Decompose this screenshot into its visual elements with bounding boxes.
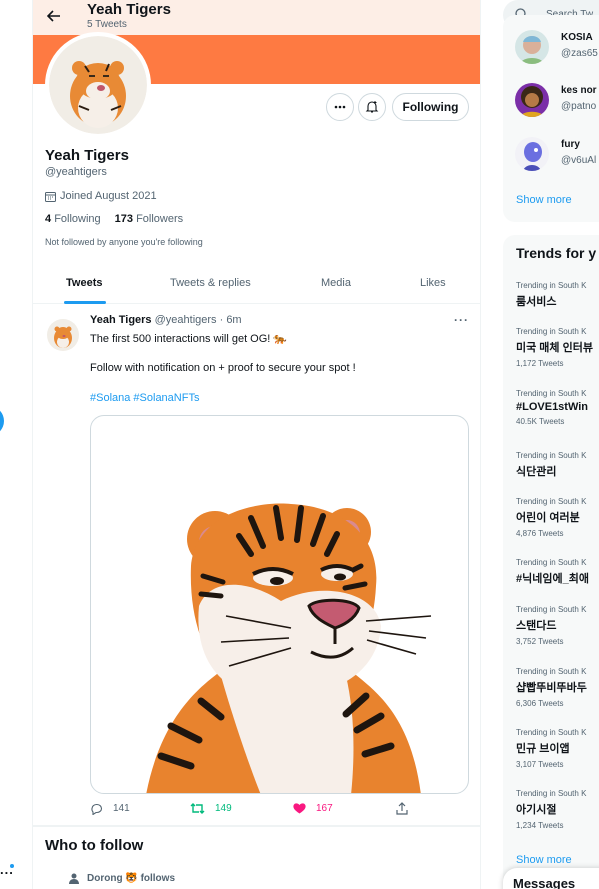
- who-to-follow-context: Dorong 🐯 follows: [69, 873, 175, 884]
- followed-by-name[interactable]: Dorong: [87, 873, 123, 884]
- avatar[interactable]: [515, 83, 549, 117]
- left-nav-rail: ...: [0, 0, 32, 889]
- profile-handle: @yeahtigers: [45, 166, 107, 178]
- tweet-media-image[interactable]: [90, 415, 469, 794]
- follow-counts: 4 Following 173 Followers: [45, 213, 183, 225]
- tweet[interactable]: Yeah Tigers @yeahtigers · 6m ··· The fir…: [33, 305, 480, 826]
- share-icon: [396, 802, 408, 815]
- show-more-link[interactable]: Show more: [516, 194, 572, 206]
- profile-tabs: Tweets Tweets & replies Media Likes: [33, 264, 480, 304]
- tweet-author-name[interactable]: Yeah Tigers: [90, 314, 152, 326]
- heart-icon: [293, 803, 306, 814]
- trend-item[interactable]: Trending in South K 룸서비스: [516, 281, 599, 309]
- trend-item[interactable]: Trending in South K 샵빱뚜비뚜바두 6,306 Tweets: [516, 667, 599, 708]
- person-icon: [69, 873, 79, 884]
- trends-title: Trends for y: [516, 245, 597, 261]
- follows-label: follows: [140, 873, 176, 884]
- tiger-emoji: 🐯: [125, 873, 138, 884]
- suggested-user-handle: @patno: [561, 101, 597, 112]
- profile-more-button[interactable]: [326, 93, 354, 121]
- tweet-avatar[interactable]: [47, 319, 79, 351]
- tweet-text: The first 500 interactions will get OG! …: [90, 333, 288, 345]
- header-title: Yeah Tigers: [87, 1, 171, 18]
- bell-plus-icon: [365, 101, 379, 113]
- not-followed-note: Not followed by anyone you're following: [45, 237, 203, 247]
- suggested-user-name: kes nor: [561, 85, 597, 96]
- joined-label: Joined August 2021: [60, 190, 157, 202]
- profile-name: Yeah Tigers: [45, 147, 129, 164]
- like-button[interactable]: 167: [293, 802, 333, 814]
- tab-media[interactable]: Media: [321, 277, 351, 289]
- trend-item[interactable]: Trending in South K #닉네임에_최애: [516, 558, 599, 586]
- retweet-icon: [190, 803, 205, 814]
- suggested-user-name: KOSIA: [561, 32, 593, 43]
- who-to-follow-section: Who to follow Dorong 🐯 follows: [33, 826, 480, 889]
- tweet-compose-button[interactable]: [0, 406, 4, 436]
- trend-item[interactable]: Trending in South K #LOVE1stWin 40.5K Tw…: [516, 389, 599, 426]
- tweet-more-button[interactable]: ···: [454, 313, 469, 327]
- trend-item[interactable]: Trending in South K 어린이 여러분 4,876 Tweets: [516, 497, 599, 538]
- tweet-handle-time[interactable]: @yeahtigers · 6m: [155, 314, 242, 326]
- who-to-follow-title: Who to follow: [45, 837, 144, 854]
- suggested-user-name: fury: [561, 139, 580, 150]
- profile-avatar[interactable]: [45, 32, 151, 138]
- tab-tweets-replies[interactable]: Tweets & replies: [170, 277, 251, 289]
- reply-button[interactable]: 141: [90, 802, 130, 815]
- suggested-user[interactable]: fury @v6uAl: [515, 137, 599, 177]
- tweet-text-line2: Follow with notification on + proof to s…: [90, 362, 356, 374]
- trend-item[interactable]: Trending in South K 식단관리: [516, 451, 599, 479]
- avatar[interactable]: [515, 137, 549, 171]
- calendar-icon: [45, 191, 56, 202]
- reply-icon: [91, 803, 103, 815]
- tweet-actions: 141 149 167: [90, 802, 420, 818]
- suggested-user-handle: @zas65: [561, 48, 598, 59]
- trends-show-more-link[interactable]: Show more: [516, 854, 572, 866]
- following-link[interactable]: 4 Following: [45, 213, 101, 225]
- tab-likes[interactable]: Likes: [420, 277, 446, 289]
- messages-title: Messages: [513, 876, 576, 889]
- profile-header-bar: Yeah Tigers 5 Tweets: [33, 0, 480, 35]
- retweet-count: 149: [215, 803, 232, 814]
- active-tab-indicator: [64, 301, 106, 304]
- trend-item[interactable]: Trending in South K 민규 브이앱 3,107 Tweets: [516, 728, 599, 769]
- reply-count: 141: [113, 803, 130, 814]
- tweet-hashtags[interactable]: #Solana #SolanaNFTs: [90, 392, 199, 404]
- share-button[interactable]: [396, 802, 408, 815]
- avatar[interactable]: [515, 30, 549, 64]
- more-horizontal-icon: [334, 105, 346, 109]
- suggested-user[interactable]: kes nor @patno: [515, 83, 599, 123]
- like-count: 167: [316, 802, 333, 814]
- suggested-user[interactable]: KOSIA @zas65: [515, 30, 599, 70]
- trends-card: Trends for y Trending in South K 룸서비스 Tr…: [503, 235, 599, 889]
- followers-link[interactable]: 173 Followers: [115, 213, 184, 225]
- retweet-button[interactable]: 149: [190, 802, 232, 815]
- suggested-user-handle: @v6uAl: [561, 155, 597, 166]
- following-button[interactable]: Following: [392, 93, 469, 121]
- right-sidebar: Search Tw KOSIA @zas65 kes nor @patno fu…: [481, 0, 599, 889]
- profile-column: Yeah Tigers 5 Tweets Following Yeah Tige…: [32, 0, 481, 889]
- notifications-button[interactable]: [358, 93, 386, 121]
- tweet-header: Yeah Tigers @yeahtigers · 6m: [90, 314, 242, 326]
- tab-tweets[interactable]: Tweets: [66, 277, 102, 289]
- arrow-left-icon: [47, 10, 60, 22]
- trend-item[interactable]: Trending in South K 스탠다드 3,752 Tweets: [516, 605, 599, 646]
- trend-item[interactable]: Trending in South K 아기시절 1,234 Tweets: [516, 789, 599, 830]
- joined-date: Joined August 2021: [45, 190, 157, 202]
- messages-drawer[interactable]: Messages: [503, 868, 599, 889]
- trend-item[interactable]: Trending in South K 미국 매체 인터뷰 1,172 Twee…: [516, 327, 599, 368]
- header-tweet-count: 5 Tweets: [87, 19, 127, 30]
- notification-dot: [10, 864, 14, 868]
- back-button[interactable]: [43, 5, 65, 27]
- who-to-follow-card: KOSIA @zas65 kes nor @patno fury @v6uAl …: [503, 15, 599, 222]
